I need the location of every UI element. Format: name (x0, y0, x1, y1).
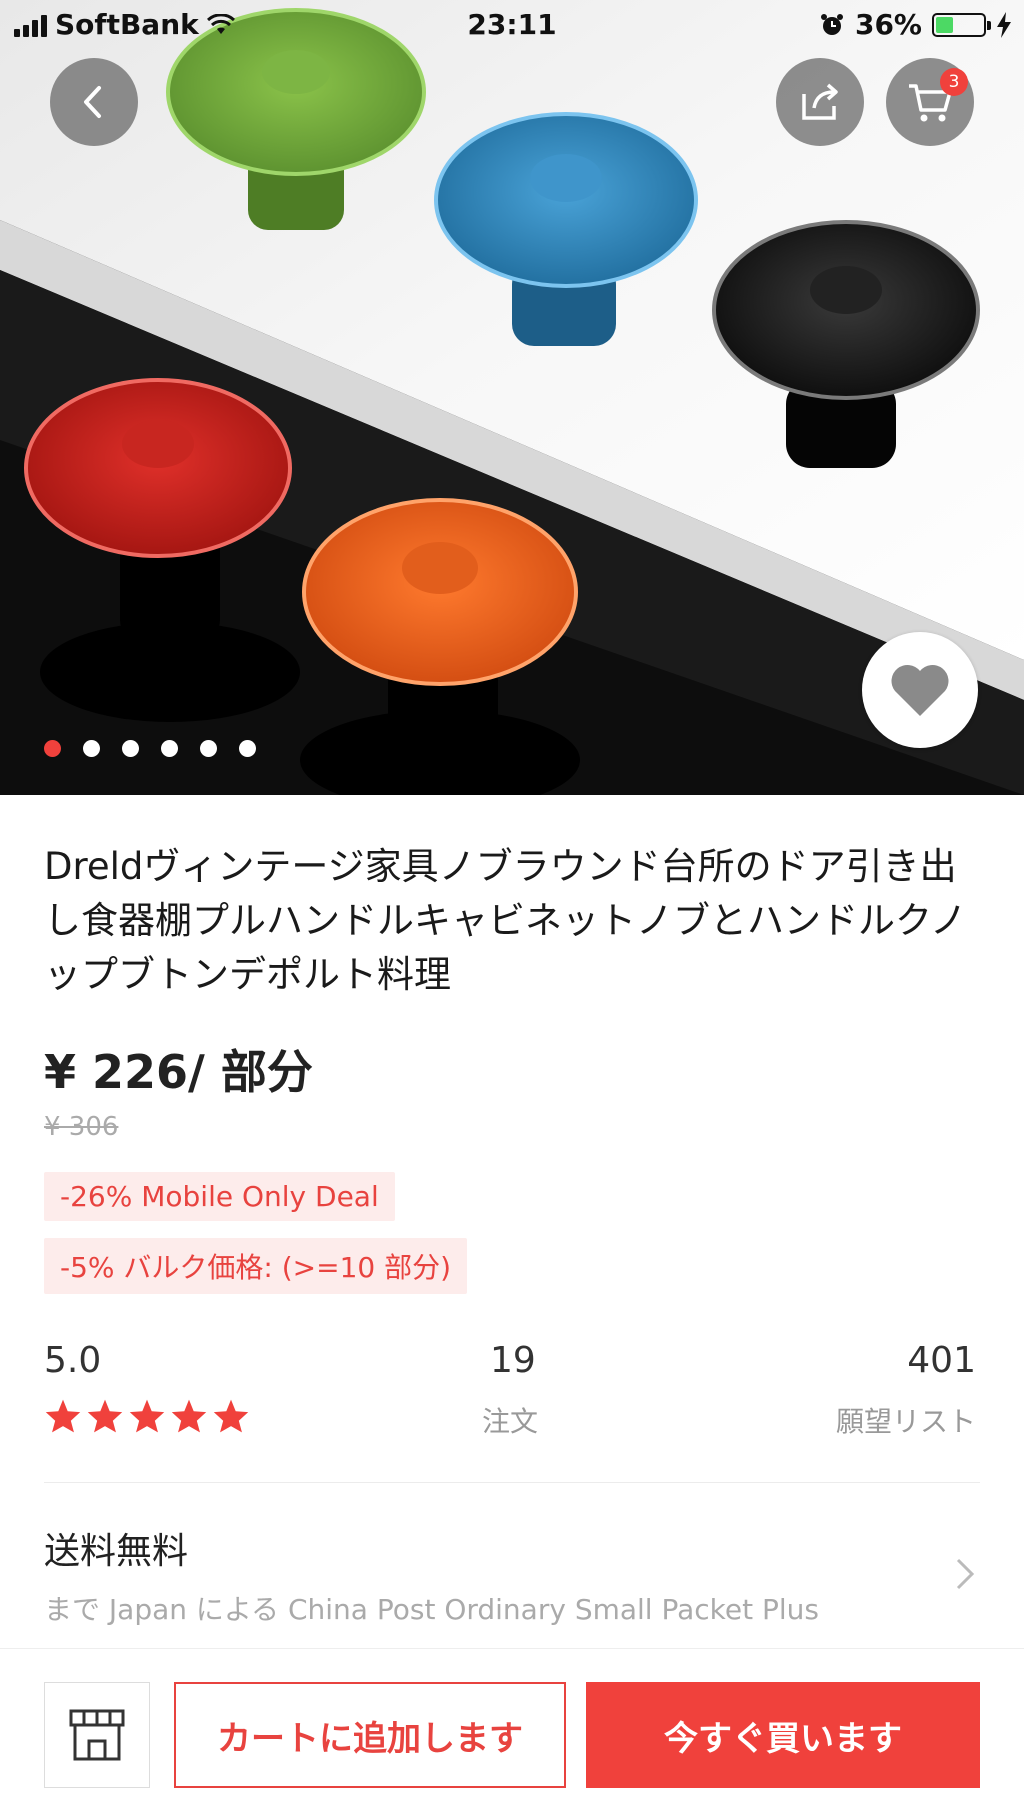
wishlist-button[interactable] (862, 632, 978, 748)
back-button[interactable] (50, 58, 138, 146)
cart-badge: 3 (940, 68, 968, 96)
wishlist-count: 401 (907, 1340, 976, 1381)
star-icon (87, 1399, 123, 1433)
deal-tag-bulk: -5% バルク価格: (>=10 部分) (44, 1238, 468, 1294)
buy-now-button[interactable]: 今すぐ買います (586, 1682, 980, 1788)
gallery-dot[interactable] (122, 740, 139, 757)
alarm-icon (820, 13, 843, 35)
orders-count: 19 (490, 1340, 536, 1381)
store-icon (69, 1709, 125, 1761)
share-button[interactable] (776, 58, 864, 146)
rating-value[interactable]: 5.0 (44, 1340, 101, 1381)
star-icon (171, 1399, 207, 1433)
add-to-cart-button[interactable]: カートに追加します (174, 1682, 566, 1788)
chevron-right-icon (956, 1558, 975, 1590)
gallery-pagination (44, 740, 256, 757)
shipping-detail: まで Japan による China Post Ordinary Small P… (44, 1593, 819, 1626)
store-button[interactable] (44, 1682, 150, 1788)
orders-label: 注文 (482, 1405, 539, 1438)
rating-stars[interactable] (44, 1398, 250, 1434)
back-icon (84, 86, 101, 118)
gallery-dot[interactable] (200, 740, 217, 757)
battery-percent: 36% (854, 8, 922, 41)
gallery-dot[interactable] (83, 740, 100, 757)
star-icon (213, 1399, 249, 1433)
bottom-action-bar: カートに追加します 今すぐ買います (0, 1648, 1024, 1819)
star-icon (45, 1399, 81, 1433)
cart-button[interactable]: 3 (886, 58, 974, 146)
charging-icon (997, 11, 1011, 38)
product-price: ¥ 226/ 部分 (44, 1045, 313, 1099)
product-title: Dreldヴィンテージ家具ノブラウンド台所のドア引き出し食器棚プルハンドルキャビ… (44, 845, 967, 996)
share-icon (802, 83, 838, 120)
shipping-title: 送料無料 (44, 1531, 189, 1572)
original-price: ¥ 306 (44, 1112, 119, 1142)
gallery-dot[interactable] (44, 740, 61, 757)
gallery-dot[interactable] (239, 740, 256, 757)
heart-icon (891, 664, 949, 716)
gallery-dot[interactable] (161, 740, 178, 757)
status-bar: SoftBank 23:11 36% (0, 0, 1024, 50)
star-icon (129, 1399, 165, 1433)
wishlist-label: 願望リスト (835, 1405, 976, 1438)
battery-icon (932, 12, 991, 37)
divider (44, 1482, 980, 1483)
deal-tag-mobile: -26% Mobile Only Deal (44, 1172, 395, 1221)
